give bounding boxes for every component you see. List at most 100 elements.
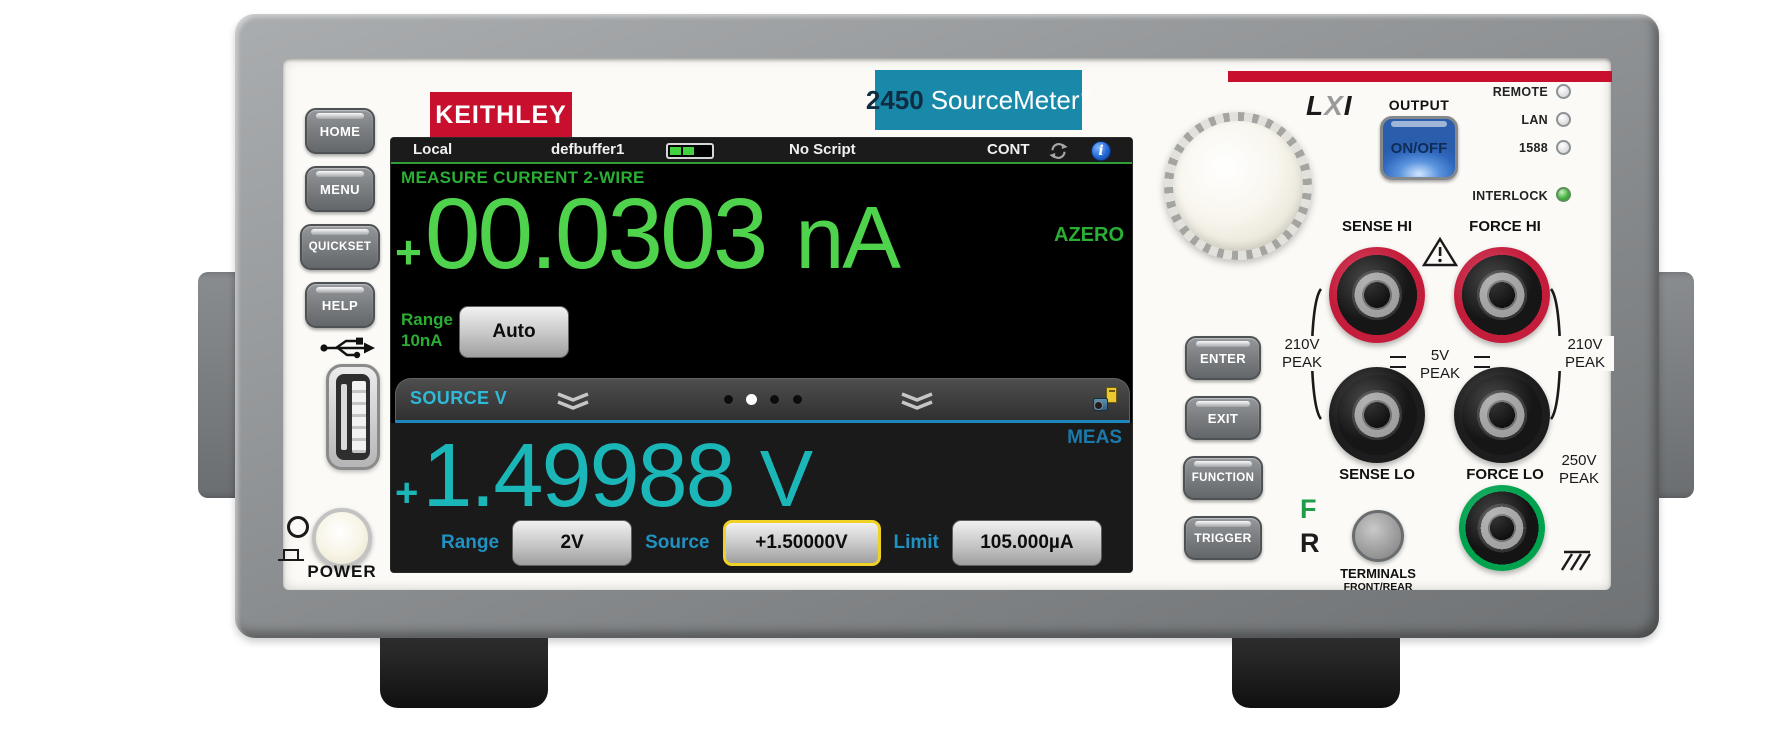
continuous-refresh-icon[interactable] — [1049, 142, 1068, 160]
usb-port-slot — [336, 374, 370, 460]
left-voltage-rating: 210V PEAK — [1272, 336, 1332, 371]
1588-led — [1556, 140, 1571, 155]
right-voltage-rating: 210V PEAK — [1556, 336, 1614, 371]
interlock-led — [1556, 187, 1571, 202]
force-lo-label: FORCE LO — [1450, 466, 1560, 483]
navigation-knob[interactable] — [1164, 112, 1312, 260]
right-rating-line1: 210V — [1556, 336, 1614, 354]
enter-button-label: ENTER — [1200, 351, 1246, 366]
source-range-button[interactable]: 2V — [512, 520, 632, 566]
source-value-button[interactable]: +1.50000V — [723, 520, 881, 566]
status-buffer[interactable]: defbuffer1 — [551, 138, 624, 162]
mid-rating-tick — [1474, 356, 1490, 358]
screenshot-icon-lens — [1094, 401, 1103, 410]
mid-rating-tick — [1474, 366, 1490, 368]
measure-value: 00.0303 — [425, 182, 765, 287]
usb-port-tongue — [352, 381, 366, 453]
power-out-position-icon — [276, 544, 306, 562]
buffer-fill-segment — [670, 147, 681, 155]
buffer-fill-segment — [683, 147, 694, 155]
accent-stripe — [1228, 71, 1612, 82]
page-dot[interactable] — [723, 394, 734, 405]
exit-button-label: EXIT — [1208, 411, 1239, 426]
measure-range-auto-button[interactable]: Auto — [459, 306, 569, 358]
screenshot-icon[interactable] — [1093, 387, 1117, 411]
1588-indicator-label: 1588 — [1452, 141, 1548, 155]
force-hi-jack — [1454, 247, 1550, 343]
page-dot-active[interactable] — [746, 394, 757, 405]
bottom-rating-line2: PEAK — [1548, 470, 1610, 488]
measure-unit: nA — [795, 187, 899, 289]
source-settings-row: Range 2V Source +1.50000V Limit 105.000µ… — [391, 520, 1132, 566]
measure-reading: +00.0303 nA — [395, 182, 899, 289]
touchscreen[interactable]: Local defbuffer1 No Script CONT i MEASUR… — [390, 137, 1133, 573]
swipe-chevron-down-icon[interactable] — [554, 392, 592, 410]
source-range-button-label: 2V — [560, 532, 583, 554]
output-on-off-button[interactable]: ON/OFF — [1380, 116, 1458, 180]
exit-button[interactable]: EXIT — [1185, 396, 1261, 440]
function-button[interactable]: FUNCTION — [1183, 456, 1263, 500]
status-trigger-mode[interactable]: CONT — [987, 138, 1030, 162]
swipe-chevron-down-icon[interactable] — [898, 392, 936, 410]
measure-range-value: 10nA — [401, 330, 453, 351]
swipe-page-dots — [723, 394, 803, 405]
info-icon[interactable]: i — [1091, 141, 1111, 161]
remote-led — [1556, 84, 1571, 99]
source-value-button-label: +1.50000V — [755, 532, 847, 554]
middle-voltage-rating: 5V PEAK — [1404, 347, 1476, 382]
measure-range-caption: Range — [401, 309, 453, 330]
brand-logo: KEITHLEY — [430, 92, 572, 139]
page-dot[interactable] — [792, 394, 803, 405]
swipe-bar[interactable]: SOURCE V — [395, 378, 1130, 420]
status-script[interactable]: No Script — [789, 138, 856, 162]
rear-terminal-letter: R — [1300, 528, 1320, 559]
quickset-button[interactable]: QUICKSET — [300, 224, 380, 270]
status-mode[interactable]: Local — [413, 138, 452, 162]
brand-logo-text: KEITHLEY — [435, 101, 567, 130]
source-value: 1.49988 — [422, 429, 733, 524]
source-range-caption: Range — [441, 532, 499, 554]
output-label: OUTPUT — [1379, 97, 1459, 113]
bottom-rating-line1: 250V — [1548, 452, 1610, 470]
ground-jack — [1459, 485, 1545, 571]
source-pane: MEAS +1.49988V Range 2V Source +1.50000V… — [391, 423, 1132, 573]
lxi-logo: LXI — [1306, 90, 1353, 122]
chassis-ground-icon — [1552, 540, 1594, 574]
measure-pane: MEASURE CURRENT 2-WIRE +00.0303nA AZERO … — [391, 166, 1132, 378]
lxi-letter: L — [1306, 90, 1324, 121]
help-button-label: HELP — [322, 298, 358, 313]
enter-button[interactable]: ENTER — [1185, 336, 1261, 380]
output-on-off-label: ON/OFF — [1391, 140, 1448, 157]
trigger-button-label: TRIGGER — [1194, 531, 1251, 545]
home-button[interactable]: HOME — [305, 108, 375, 154]
source-caption: Source — [645, 532, 709, 554]
page-dot[interactable] — [769, 394, 780, 405]
mid-rating-line1: 5V — [1404, 347, 1476, 365]
azero-indicator: AZERO — [1054, 224, 1124, 247]
swipe-bar-title: SOURCE V — [410, 388, 507, 409]
menu-button-label: MENU — [320, 182, 360, 197]
power-button[interactable] — [312, 508, 372, 568]
lxi-letter: X — [1324, 90, 1344, 121]
mid-rating-line2: PEAK — [1404, 365, 1476, 383]
interlock-indicator-label: INTERLOCK — [1440, 189, 1548, 203]
terminals-front-rear-switch[interactable] — [1352, 510, 1404, 562]
limit-value-button[interactable]: 105.000µA — [952, 520, 1102, 566]
left-rating-line2: PEAK — [1272, 354, 1332, 372]
bottom-voltage-rating: 250V PEAK — [1548, 452, 1610, 487]
right-rating-line2: PEAK — [1556, 354, 1614, 372]
buffer-fill-gauge[interactable] — [666, 143, 714, 159]
trigger-button[interactable]: TRIGGER — [1184, 516, 1262, 560]
terminals-switch-sublabel: FRONT/REAR — [1322, 581, 1434, 593]
meas-tag: MEAS — [1067, 427, 1122, 449]
limit-value-button-label: 105.000µA — [980, 532, 1073, 554]
lan-indicator-label: LAN — [1452, 113, 1548, 127]
menu-button[interactable]: MENU — [305, 166, 375, 212]
force-hi-label: FORCE HI — [1452, 218, 1558, 235]
measure-sign: + — [395, 225, 422, 279]
lan-led — [1556, 112, 1571, 127]
status-bar: Local defbuffer1 No Script CONT i — [391, 138, 1132, 164]
sense-hi-jack — [1329, 247, 1425, 343]
registered-mark: ® — [1082, 87, 1092, 102]
help-button[interactable]: HELP — [305, 282, 375, 328]
